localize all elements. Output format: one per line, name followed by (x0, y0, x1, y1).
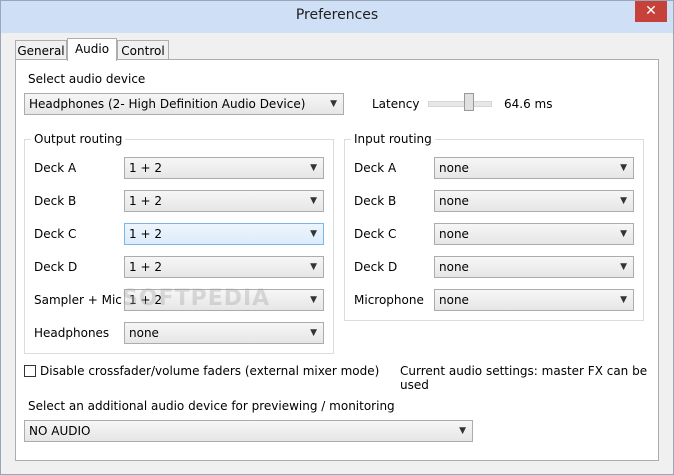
output-select-deck-c[interactable]: 1 + 2 ▼ (124, 223, 324, 245)
input-routing-group: Input routing Deck A none ▼ Deck B none … (344, 132, 644, 321)
chevron-down-icon: ▼ (310, 196, 317, 206)
latency-value: 64.6 ms (504, 97, 553, 111)
preferences-window: Preferences ✕ General Audio Control Sele… (0, 0, 674, 475)
input-value-deck-c: none (439, 227, 469, 241)
chevron-down-icon: ▼ (620, 229, 627, 239)
output-value-deck-a: 1 + 2 (129, 161, 162, 175)
output-select-deck-b[interactable]: 1 + 2 ▼ (124, 190, 324, 212)
output-value-headphones: none (129, 326, 159, 340)
close-icon: ✕ (645, 3, 657, 19)
close-button[interactable]: ✕ (635, 1, 667, 22)
output-label-deck-c: Deck C (34, 227, 77, 241)
monitoring-device-value: NO AUDIO (29, 424, 91, 438)
latency-slider-thumb[interactable] (464, 93, 475, 111)
input-select-microphone[interactable]: none ▼ (434, 289, 634, 311)
output-label-deck-a: Deck A (34, 161, 77, 175)
output-label-deck-d: Deck D (34, 260, 78, 274)
chevron-down-icon: ▼ (310, 229, 317, 239)
input-select-deck-c[interactable]: none ▼ (434, 223, 634, 245)
output-value-deck-d: 1 + 2 (129, 260, 162, 274)
monitoring-device-label: Select an additional audio device for pr… (28, 399, 395, 413)
audio-panel: Select audio device Headphones (2- High … (15, 59, 659, 461)
disable-faders-label[interactable]: Disable crossfader/volume faders (extern… (40, 364, 379, 378)
latency-slider[interactable] (428, 101, 492, 107)
input-label-deck-c: Deck C (354, 227, 397, 241)
chevron-down-icon: ▼ (310, 295, 317, 305)
chevron-down-icon: ▼ (459, 426, 466, 436)
watermark-logo: SOFTPEDIA (122, 286, 271, 311)
input-routing-title: Input routing (351, 132, 435, 146)
output-select-deck-a[interactable]: 1 + 2 ▼ (124, 157, 324, 179)
output-select-headphones[interactable]: none ▼ (124, 322, 324, 344)
audio-device-value: Headphones (2- High Definition Audio Dev… (29, 97, 306, 111)
select-device-label: Select audio device (28, 72, 146, 86)
latency-label: Latency (372, 97, 420, 111)
output-label-headphones: Headphones (34, 326, 110, 340)
input-select-deck-b[interactable]: none ▼ (434, 190, 634, 212)
audio-status-text: Current audio settings: master FX can be… (400, 364, 648, 392)
output-routing-title: Output routing (31, 132, 126, 146)
chevron-down-icon: ▼ (620, 262, 627, 272)
output-routing-group: Output routing Deck A 1 + 2 ▼ Deck B 1 +… (24, 132, 334, 354)
output-value-deck-b: 1 + 2 (129, 194, 162, 208)
chevron-down-icon: ▼ (620, 295, 627, 305)
input-value-deck-a: none (439, 161, 469, 175)
window-title: Preferences (295, 7, 379, 23)
chevron-down-icon: ▼ (330, 99, 337, 109)
chevron-down-icon: ▼ (310, 262, 317, 272)
tab-control[interactable]: Control (117, 40, 169, 60)
input-label-deck-d: Deck D (354, 260, 398, 274)
input-value-microphone: none (439, 293, 469, 307)
input-label-microphone: Microphone (354, 293, 424, 307)
chevron-down-icon: ▼ (620, 196, 627, 206)
chevron-down-icon: ▼ (310, 163, 317, 173)
input-label-deck-a: Deck A (354, 161, 397, 175)
input-value-deck-b: none (439, 194, 469, 208)
title-bar: Preferences ✕ (1, 1, 673, 33)
input-select-deck-d[interactable]: none ▼ (434, 256, 634, 278)
input-label-deck-b: Deck B (354, 194, 397, 208)
tab-general[interactable]: General (15, 40, 67, 60)
disable-faders-checkbox[interactable] (24, 365, 36, 377)
output-label-sampler-mic: Sampler + Mic (34, 293, 122, 307)
output-select-deck-d[interactable]: 1 + 2 ▼ (124, 256, 324, 278)
chevron-down-icon: ▼ (620, 163, 627, 173)
monitoring-device-select[interactable]: NO AUDIO ▼ (24, 420, 473, 442)
audio-device-select[interactable]: Headphones (2- High Definition Audio Dev… (24, 93, 344, 115)
tab-audio[interactable]: Audio (67, 38, 117, 61)
output-value-deck-c: 1 + 2 (129, 227, 162, 241)
output-label-deck-b: Deck B (34, 194, 77, 208)
chevron-down-icon: ▼ (310, 328, 317, 338)
input-select-deck-a[interactable]: none ▼ (434, 157, 634, 179)
input-value-deck-d: none (439, 260, 469, 274)
